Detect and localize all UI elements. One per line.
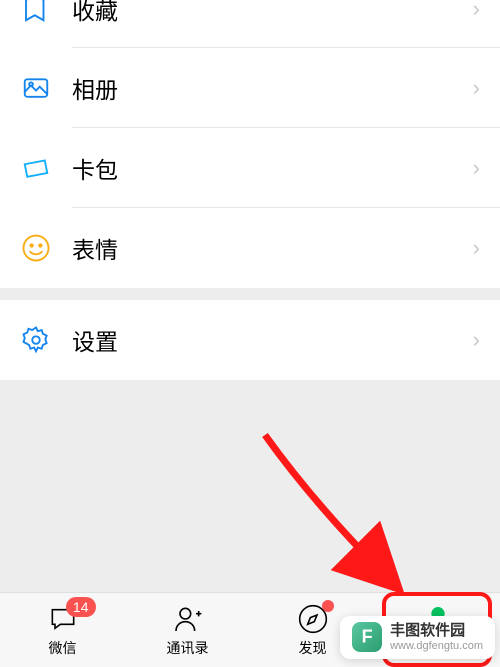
- tab-wechat[interactable]: 14 微信: [0, 593, 125, 667]
- bookmark-icon: [20, 0, 52, 25]
- chevron-right-icon: ›: [473, 0, 480, 22]
- menu-label: 卡包: [72, 151, 473, 185]
- menu-item-card[interactable]: 卡包 ›: [0, 128, 500, 208]
- contacts-icon: [171, 602, 205, 636]
- tab-contacts[interactable]: 通讯录: [125, 593, 250, 667]
- menu-item-gallery[interactable]: 相册 ›: [0, 48, 500, 128]
- menu-label: 设置: [72, 323, 473, 357]
- emoji-icon: [20, 232, 52, 264]
- chevron-right-icon: ›: [473, 75, 480, 101]
- gallery-icon: [20, 72, 52, 104]
- menu-label: 收藏: [72, 0, 473, 26]
- menu-label: 表情: [72, 231, 473, 265]
- watermark-url: www.dgfengtu.com: [390, 640, 483, 653]
- menu-item-emoji[interactable]: 表情 ›: [0, 208, 500, 288]
- watermark: 丰图软件园 www.dgfengtu.com: [340, 616, 495, 659]
- watermark-title: 丰图软件园: [390, 622, 483, 640]
- tab-label: 发现: [299, 638, 327, 658]
- card-icon: [20, 152, 52, 184]
- badge: 14: [66, 597, 96, 617]
- tab-label: 微信: [49, 638, 77, 658]
- dot-badge: [322, 600, 334, 612]
- discover-icon: [296, 602, 330, 636]
- chat-icon: 14: [46, 602, 80, 636]
- tab-label: 通讯录: [167, 638, 209, 658]
- menu-item-settings[interactable]: 设置 ›: [0, 300, 500, 380]
- settings-icon: [20, 324, 52, 356]
- chevron-right-icon: ›: [473, 155, 480, 181]
- chevron-right-icon: ›: [473, 327, 480, 353]
- watermark-logo-icon: [352, 622, 382, 652]
- menu-item-favorites[interactable]: 收藏 ›: [0, 0, 500, 48]
- chevron-right-icon: ›: [473, 235, 480, 261]
- menu-label: 相册: [72, 71, 473, 105]
